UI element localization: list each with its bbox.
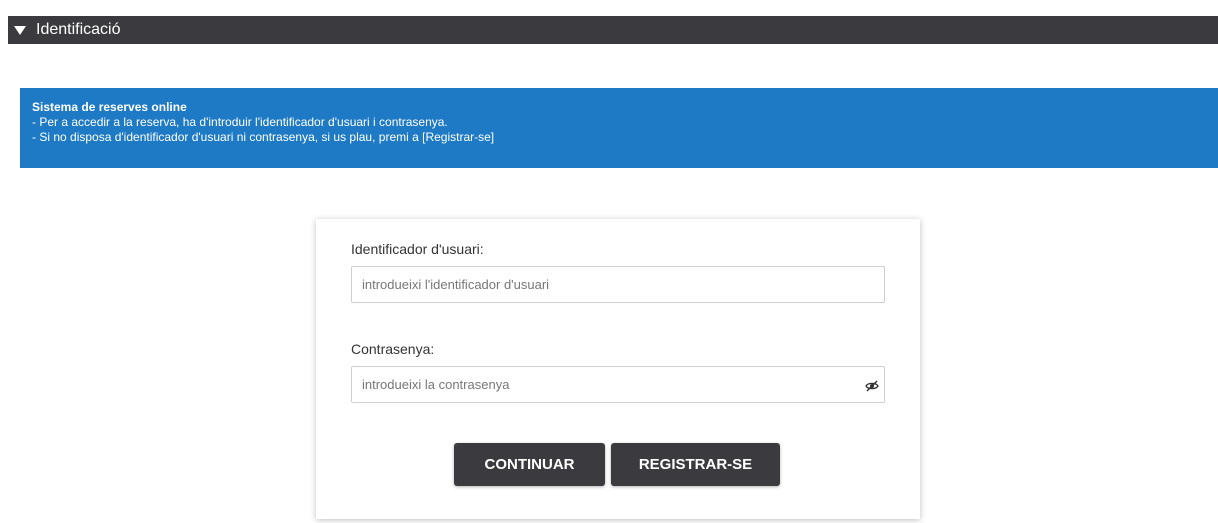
section-header[interactable]: Identificació: [8, 16, 1218, 44]
password-input[interactable]: [351, 366, 885, 403]
register-button[interactable]: REGISTRAR-SE: [611, 443, 780, 486]
password-label: Contrasenya:: [351, 341, 435, 357]
login-card: Identificador d'usuari: Contrasenya: CON…: [316, 219, 920, 519]
page: Identificació Sistema de reserves online…: [0, 0, 1218, 523]
info-box: Sistema de reserves online - Per a acced…: [20, 88, 1218, 168]
caret-down-icon[interactable]: [14, 25, 26, 35]
section-title: Identificació: [36, 21, 121, 38]
user-id-input[interactable]: [351, 266, 885, 303]
info-line: - Si no disposa d'identificador d'usuari…: [32, 130, 495, 144]
info-title: Sistema de reserves online: [32, 100, 187, 114]
info-line: - Per a accedir a la reserva, ha d'intro…: [32, 115, 448, 129]
user-id-label: Identificador d'usuari:: [351, 241, 484, 257]
eye-slash-icon[interactable]: [865, 379, 879, 392]
continue-button[interactable]: CONTINUAR: [454, 443, 605, 486]
